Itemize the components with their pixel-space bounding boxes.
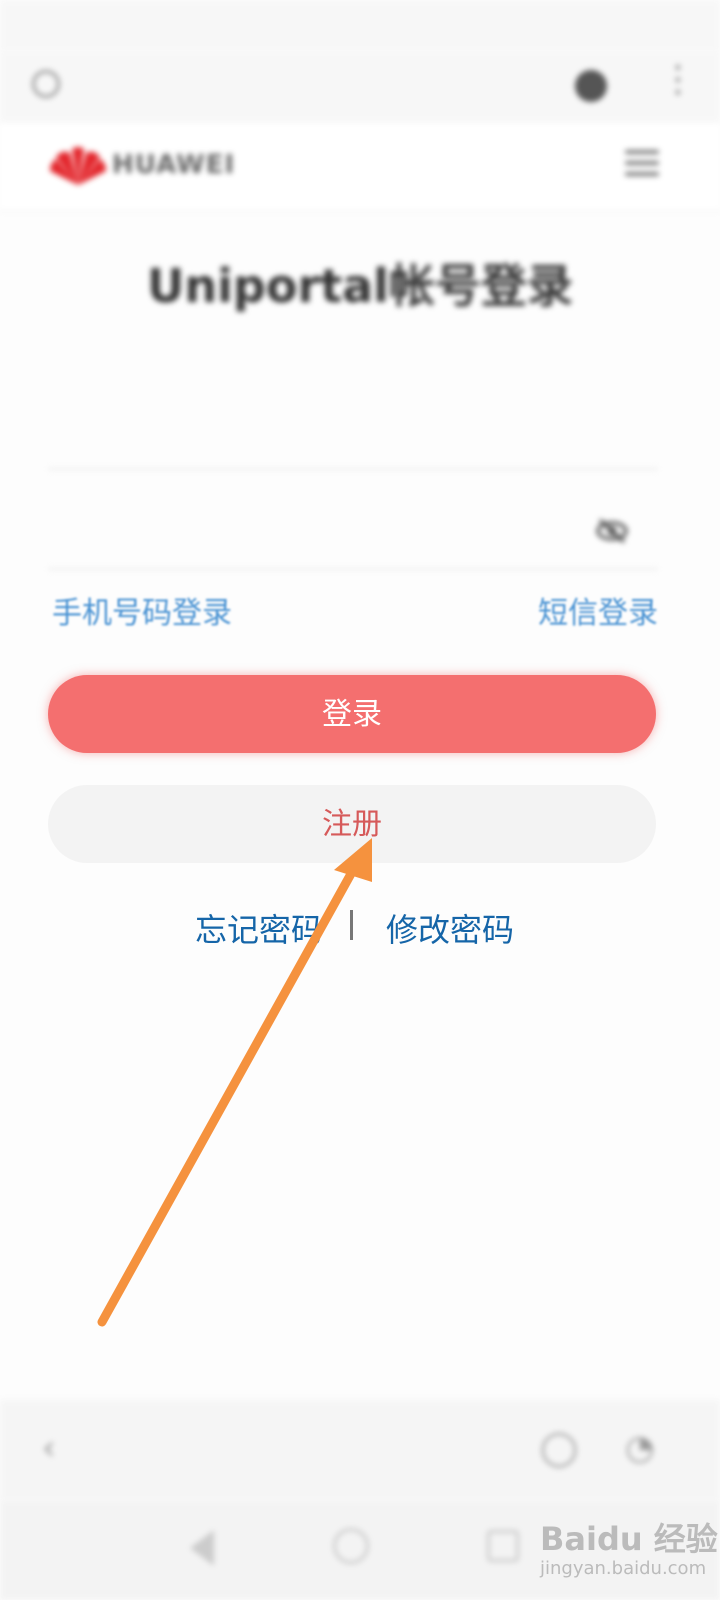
annotation-arrow (97, 838, 372, 1327)
